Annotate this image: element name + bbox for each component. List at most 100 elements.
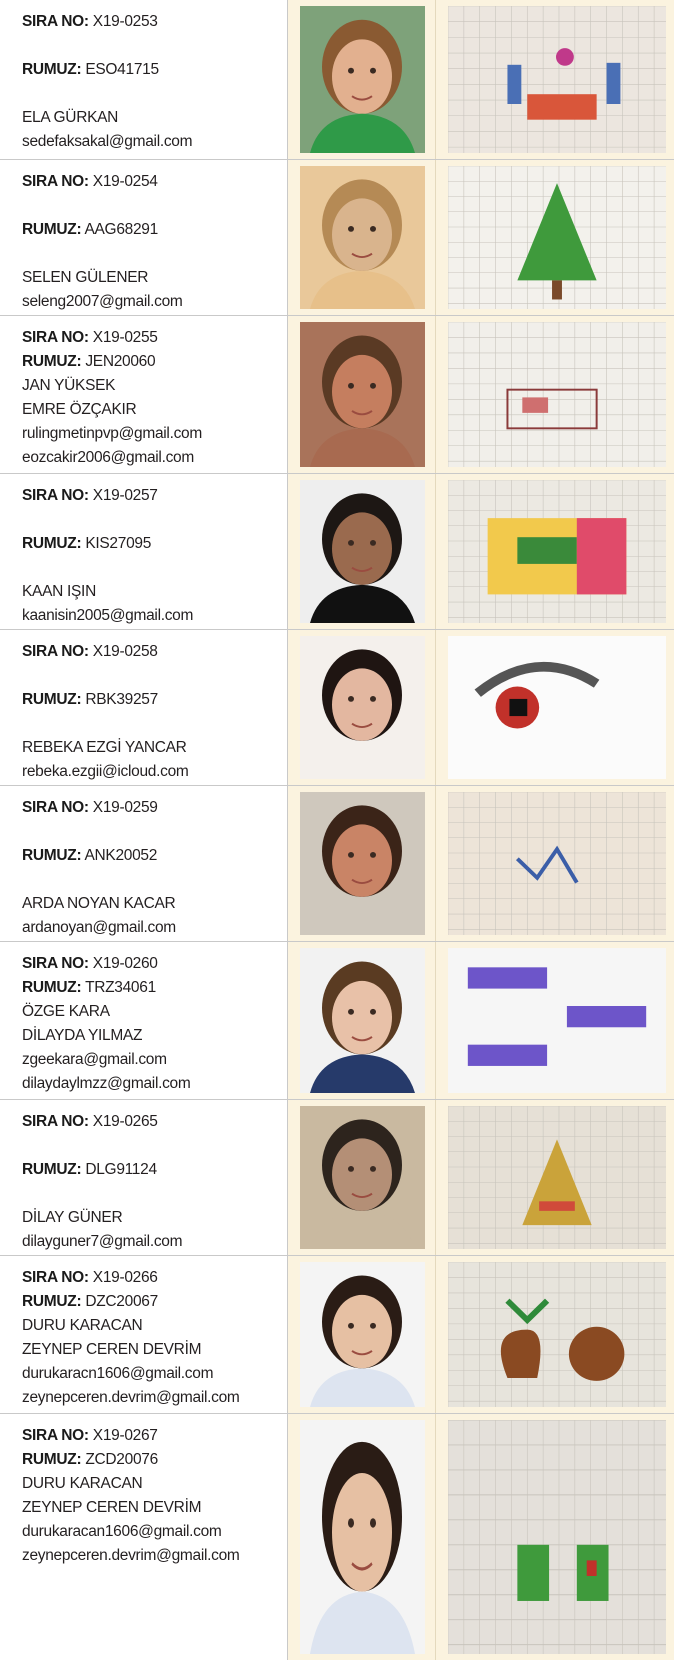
drawing-blocks-icon (448, 1420, 666, 1654)
drawing-houses-icon (448, 6, 666, 153)
artwork-cell (436, 1100, 674, 1255)
artwork-cell (436, 630, 674, 785)
student-name: DURU KARACAN (22, 1317, 143, 1334)
student-name: SELEN GÜLENER (22, 269, 149, 286)
student-email[interactable]: ardanoyan@gmail.com (22, 916, 287, 940)
student-email[interactable]: durukaracn1606@gmail.com (22, 1362, 287, 1386)
sira-no-label: SIRA NO: (22, 1113, 89, 1130)
entry-info-cell: SIRA NO: X19-0258 RUMUZ: RBK39257 REBEKA E… (0, 630, 288, 785)
rumuz-line: RUMUZ: DZC20067 (22, 1290, 287, 1314)
rumuz-line: RUMUZ: TRZ34061 (22, 976, 287, 1000)
photo-cell (288, 316, 436, 473)
photo-cell (288, 1414, 436, 1660)
sira-no-label: SIRA NO: (22, 173, 89, 190)
sira-no-line: SIRA NO: X19-0265 (22, 1110, 287, 1134)
rumuz-label: RUMUZ: (22, 221, 82, 238)
entry-info-cell: SIRA NO: X19-0257 RUMUZ: KIS27095 KAAN IŞI… (0, 474, 288, 629)
student-email[interactable]: durukaracan1606@gmail.com (22, 1520, 287, 1544)
rumuz-value: KIS27095 (85, 535, 152, 552)
sira-no-value: X19-0253 (92, 13, 158, 30)
student-name: JAN YÜKSEK (22, 377, 116, 394)
rumuz-label: RUMUZ: (22, 61, 82, 78)
photo-cell (288, 0, 436, 159)
student-email[interactable]: zgeekara@gmail.com (22, 1048, 287, 1072)
student-email[interactable]: dilaydaylmzz@gmail.com (22, 1072, 287, 1096)
student-email[interactable]: zeynepceren.devrim@gmail.com (22, 1386, 287, 1410)
rumuz-line: RUMUZ: ANK20052 (22, 844, 287, 868)
photo-cell (288, 942, 436, 1099)
student-photo-icon (300, 6, 425, 153)
student-name: EMRE ÖZÇAKIR (22, 401, 137, 418)
student-photo-icon (300, 948, 425, 1093)
sira-no-line: SIRA NO: X19-0266 (22, 1266, 287, 1290)
artwork-cell (436, 1414, 674, 1660)
student-email[interactable]: seleng2007@gmail.com (22, 290, 287, 314)
rumuz-value: AAG68291 (84, 221, 158, 238)
rumuz-label: RUMUZ: (22, 1161, 82, 1178)
rumuz-line: RUMUZ: JEN20060 (22, 350, 287, 374)
sira-no-label: SIRA NO: (22, 329, 89, 346)
rumuz-label: RUMUZ: (22, 353, 82, 370)
sira-no-line: SIRA NO: X19-0254 (22, 170, 287, 194)
student-email[interactable]: eozcakir2006@gmail.com (22, 446, 287, 470)
sira-no-label: SIRA NO: (22, 643, 89, 660)
student-email[interactable]: rebeka.ezgii@icloud.com (22, 760, 287, 784)
entry-row: SIRA NO: X19-0258 RUMUZ: RBK39257 REBEKA E… (0, 630, 674, 786)
student-name: KAAN IŞIN (22, 583, 96, 600)
rumuz-label: RUMUZ: (22, 535, 82, 552)
artwork-cell (436, 786, 674, 941)
sira-no-value: X19-0266 (92, 1269, 158, 1286)
entry-info-cell: SIRA NO: X19-0267 RUMUZ: ZCD20076 DURU KAR… (0, 1414, 288, 1660)
drawing-eye-icon (448, 636, 666, 779)
entry-row: SIRA NO: X19-0260 RUMUZ: TRZ34061 ÖZGE KAR… (0, 942, 674, 1100)
artwork-cell (436, 316, 674, 473)
student-email[interactable]: sedefaksakal@gmail.com (22, 130, 287, 154)
student-photo-icon (300, 166, 425, 309)
rumuz-value: ANK20052 (84, 847, 158, 864)
rumuz-line: RUMUZ: AAG68291 (22, 218, 287, 242)
rumuz-value: DLG91124 (85, 1161, 157, 1178)
entry-row: SIRA NO: X19-0266 RUMUZ: DZC20067 DURU KAR… (0, 1256, 674, 1414)
entry-row: SIRA NO: X19-0253 RUMUZ: ESO41715 ELA GÜRK… (0, 0, 674, 160)
student-name: ÖZGE KARA (22, 1003, 110, 1020)
entry-row: SIRA NO: X19-0259 RUMUZ: ANK20052 ARDA NOY… (0, 786, 674, 942)
sira-no-line: SIRA NO: X19-0255 (22, 326, 287, 350)
student-photo-icon (300, 636, 425, 779)
photo-cell (288, 786, 436, 941)
student-email[interactable]: rulingmetinpvp@gmail.com (22, 422, 287, 446)
sira-no-value: X19-0255 (92, 329, 158, 346)
student-photo-icon (300, 1106, 425, 1249)
entry-info-cell: SIRA NO: X19-0265 RUMUZ: DLG91124 DİLAY GÜ… (0, 1100, 288, 1255)
artwork-cell (436, 474, 674, 629)
artwork-cell (436, 1256, 674, 1413)
student-name: ARDA NOYAN KACAR (22, 895, 176, 912)
sira-no-value: X19-0258 (92, 643, 158, 660)
student-email[interactable]: zeynepceren.devrim@gmail.com (22, 1544, 287, 1568)
rumuz-value: ZCD20076 (85, 1451, 158, 1468)
sira-no-line: SIRA NO: X19-0260 (22, 952, 287, 976)
rumuz-line: RUMUZ: ESO41715 (22, 58, 287, 82)
student-photo-icon (300, 1420, 425, 1654)
photo-cell (288, 630, 436, 785)
sira-no-line: SIRA NO: X19-0267 (22, 1424, 287, 1448)
student-email[interactable]: kaanisin2005@gmail.com (22, 604, 287, 628)
student-name: REBEKA EZGİ YANCAR (22, 739, 187, 756)
sira-no-line: SIRA NO: X19-0259 (22, 796, 287, 820)
student-email[interactable]: dilayguner7@gmail.com (22, 1230, 287, 1254)
render-tables-icon (448, 948, 666, 1093)
sira-no-line: SIRA NO: X19-0258 (22, 640, 287, 664)
student-name: ZEYNEP CEREN DEVRİM (22, 1341, 202, 1358)
drawing-room-icon (448, 480, 666, 623)
entry-info-cell: SIRA NO: X19-0253 RUMUZ: ESO41715 ELA GÜRK… (0, 0, 288, 159)
sira-no-label: SIRA NO: (22, 955, 89, 972)
student-name: ELA GÜRKAN (22, 109, 119, 126)
rumuz-value: DZC20067 (85, 1293, 158, 1310)
entry-info-cell: SIRA NO: X19-0254 RUMUZ: AAG68291 SELEN GÜ… (0, 160, 288, 315)
